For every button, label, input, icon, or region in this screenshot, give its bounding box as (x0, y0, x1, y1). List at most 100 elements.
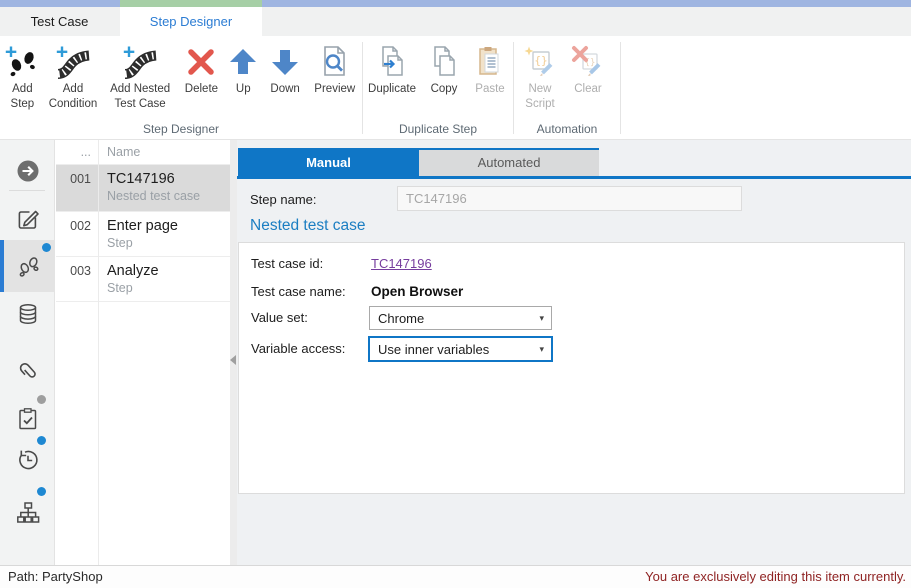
add-condition-icon (55, 44, 91, 80)
left-sidebar (0, 140, 55, 565)
add-step-button[interactable]: Add Step (0, 42, 45, 111)
chevron-down-icon: ▾ (539, 313, 551, 324)
edit-icon (15, 206, 41, 232)
sidebar-item-data[interactable] (0, 297, 55, 333)
test-case-id-label: Test case id: (251, 256, 323, 271)
new-script-button: {} New Script (514, 42, 566, 111)
sidebar-item-edit[interactable] (0, 202, 55, 238)
splitter-collapse-icon[interactable] (230, 355, 236, 365)
step-name-input[interactable] (397, 186, 742, 211)
variable-access-dropdown[interactable]: Use inner variables ▾ (368, 336, 553, 362)
add-condition-button[interactable]: Add Condition (45, 42, 101, 111)
tab-manual[interactable]: Manual (238, 150, 419, 176)
copy-icon (426, 44, 462, 80)
step-list-header: ... Name (56, 140, 230, 165)
preview-button[interactable]: Preview (308, 42, 363, 97)
steps-icon (16, 253, 42, 279)
step-number: 003 (56, 257, 98, 301)
chevron-down-icon: ▾ (539, 344, 551, 355)
ribbon-group-step-designer: Add Step Add Condition (0, 36, 362, 139)
ribbon-group-label: Duplicate Step (363, 122, 513, 136)
value-set-label: Value set: (251, 310, 308, 325)
ribbon-group-label: Automation (514, 122, 620, 136)
paste-icon (472, 44, 508, 80)
ribbon: Add Step Add Condition (0, 36, 911, 140)
steps-notification-badge (42, 243, 51, 252)
path-label: Path: PartyShop (8, 569, 103, 584)
paste-button: Paste (467, 42, 513, 97)
delete-button[interactable]: Delete (179, 42, 224, 97)
exclusive-edit-message: You are exclusively editing this item cu… (645, 569, 906, 584)
add-nested-test-case-icon (122, 44, 158, 80)
name-column-header: Name (98, 140, 140, 164)
step-row-003[interactable]: 003 Analyze Step (56, 257, 230, 302)
nested-test-case-groupbox: Test case id: TC147196 Test case name: O… (238, 242, 905, 494)
ribbon-group-duplicate-step: Duplicate Copy (363, 36, 513, 139)
step-title: Enter page (107, 216, 230, 236)
status-bar: Path: PartyShop You are exclusively edit… (0, 565, 911, 588)
active-indicator-bar (0, 240, 4, 292)
value-set-dropdown[interactable]: Chrome ▾ (369, 306, 552, 330)
tasks-icon (15, 406, 41, 432)
test-case-name-value: Open Browser (371, 284, 463, 299)
variable-access-label: Variable access: (251, 341, 345, 356)
down-arrow-icon (267, 44, 303, 80)
history-icon (15, 447, 41, 473)
hierarchy-icon (15, 500, 41, 526)
options-column-header: ... (56, 140, 98, 164)
sidebar-item-attachments[interactable] (0, 355, 55, 391)
copy-button[interactable]: Copy (421, 42, 467, 97)
step-type: Nested test case (107, 189, 230, 205)
preview-icon (317, 44, 353, 80)
delete-icon (183, 44, 219, 80)
step-type: Step (107, 236, 230, 252)
step-type: Step (107, 281, 230, 297)
panel-splitter[interactable] (230, 140, 237, 565)
up-button[interactable]: Up (224, 42, 263, 97)
sidebar-item-steps[interactable] (0, 240, 55, 292)
step-row-002[interactable]: 002 Enter page Step (56, 212, 230, 257)
up-arrow-icon (225, 44, 261, 80)
test-case-name-label: Test case name: (251, 284, 346, 299)
svg-text:{}: {} (534, 54, 547, 67)
step-title: TC147196 (107, 169, 230, 189)
column-divider (98, 140, 99, 565)
clear-script-button: {} Clear (566, 42, 610, 97)
sidebar-item-hierarchy[interactable] (0, 496, 55, 532)
hierarchy-notification-badge (37, 487, 46, 496)
ribbon-group-automation: {} New Script {} (514, 36, 620, 139)
new-script-icon: {} (522, 44, 558, 80)
sidebar-item-navigate[interactable] (0, 154, 55, 190)
ribbon-separator (620, 42, 621, 134)
navigate-icon (15, 158, 41, 184)
sidebar-item-history[interactable] (0, 443, 55, 479)
sidebar-divider (9, 190, 45, 191)
detail-tab-bar: Manual Automated (238, 148, 599, 176)
step-row-001[interactable]: 001 TC147196 Nested test case (56, 165, 230, 212)
step-list: ... Name 001 TC147196 Nested test case 0… (56, 140, 230, 565)
tab-underline (237, 176, 911, 179)
application-window: Test Case Step Designer (0, 0, 911, 588)
window-tab-bar: Test Case Step Designer (0, 7, 911, 36)
main-panel: Manual Automated Step name: Nested test … (237, 140, 911, 565)
step-number: 002 (56, 212, 98, 256)
down-button[interactable]: Down (263, 42, 308, 97)
database-icon (15, 301, 41, 327)
step-title: Analyze (107, 261, 230, 281)
test-case-id-link[interactable]: TC147196 (371, 256, 432, 271)
sidebar-item-tasks[interactable] (0, 402, 55, 438)
attachment-icon (15, 359, 41, 385)
ribbon-group-label: Step Designer (0, 122, 362, 136)
add-step-icon (4, 44, 40, 80)
tab-automated[interactable]: Automated (419, 150, 599, 176)
tab-test-case[interactable]: Test Case (0, 7, 119, 36)
duplicate-icon (374, 44, 410, 80)
value-set-selected: Chrome (378, 311, 424, 326)
tab-step-designer[interactable]: Step Designer (120, 7, 262, 36)
variable-access-selected: Use inner variables (378, 342, 489, 357)
duplicate-button[interactable]: Duplicate (363, 42, 421, 97)
active-tab-accent (120, 0, 262, 7)
step-number: 001 (56, 165, 98, 211)
add-nested-test-case-button[interactable]: Add Nested Test Case (101, 42, 179, 111)
step-name-label: Step name: (250, 192, 317, 207)
